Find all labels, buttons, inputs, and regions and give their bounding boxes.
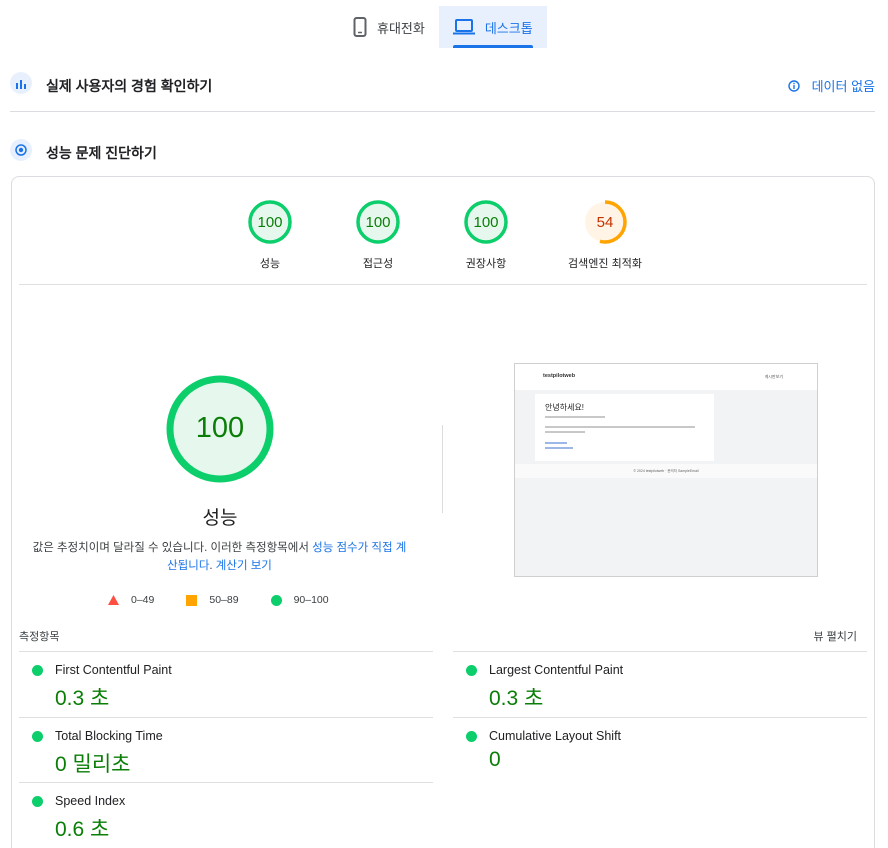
tab-mobile[interactable]: 휴대전화 — [339, 6, 439, 48]
metric-fcp: First Contentful Paint 0.3 초 — [19, 651, 433, 717]
crux-title: 실제 사용자의 경험 확인하기 — [46, 77, 213, 94]
gauges-divider — [19, 284, 867, 285]
square-icon — [186, 594, 198, 606]
metrics-title: 측정항목 — [19, 631, 60, 643]
metric-cls: Cumulative Layout Shift 0 — [453, 717, 867, 783]
device-tabs: 휴대전화 데스크톱 — [339, 6, 547, 48]
metric-value: 0 밀리초 — [55, 753, 131, 776]
metric-name: Largest Contentful Paint — [489, 663, 624, 677]
category-gauge[interactable]: 100 권장사항 — [432, 199, 540, 271]
lighthouse-report-card: 100 성능 100 접근성 100 권장사항 54 검색엔진 최적화 100 성능 값은 추… — [11, 176, 875, 848]
performance-description: 값은 추정치이며 달라질 수 있습니다. 이러한 측정항목에서 성능 점수가 직… — [32, 539, 407, 575]
section-divider — [10, 111, 875, 112]
screenshot-link-line — [545, 442, 567, 444]
diagnose-section-header: 성능 문제 진단하기 — [10, 139, 875, 166]
screenshot-content: 안녕하세요! — [535, 394, 714, 461]
gauge-score: 100 — [365, 214, 390, 231]
performance-label: 성능 — [202, 508, 238, 529]
screenshot-text-line — [545, 431, 585, 433]
screenshot-text-line — [545, 426, 695, 428]
gauge-label: 권장사항 — [465, 258, 507, 270]
gauge-score: 100 — [257, 214, 282, 231]
diagnose-title: 성능 문제 진단하기 — [46, 144, 157, 161]
tab-desktop[interactable]: 데스크톱 — [438, 6, 547, 48]
legend-average: 50–89 — [186, 594, 239, 606]
crux-status-text: 데이터 없음 — [811, 79, 875, 94]
crux-section-header: 실제 사용자의 경험 확인하기 데이터 없음 — [10, 72, 875, 99]
description-text: 값은 추정치이며 달라질 수 있습니다. 이러한 측정항목에서 — [32, 542, 313, 554]
tab-mobile-label: 휴대전화 — [377, 20, 425, 36]
category-gauge[interactable]: 100 접근성 — [324, 199, 432, 271]
legend-pass-range: 90–100 — [293, 594, 329, 606]
triangle-icon — [108, 595, 119, 605]
screenshot-brand: testpilotweb — [543, 373, 576, 379]
metric-value: 0 — [489, 748, 501, 771]
lighthouse-icon — [10, 139, 32, 166]
gauge-ring: 100 — [356, 200, 400, 244]
gauge-label: 성능 — [259, 258, 281, 270]
performance-big-gauge: 100 — [165, 374, 275, 489]
screenshot-footer: © 2024 testpilotweb · 문의처 SampleEmail — [515, 464, 817, 478]
metric-name: First Contentful Paint — [55, 663, 172, 677]
metric-value: 0.6 초 — [55, 818, 110, 841]
metric-name: Total Blocking Time — [55, 729, 163, 743]
screenshot-text-line — [545, 416, 605, 418]
calculator-link[interactable]: 계산기 보기 — [216, 560, 272, 572]
vertical-divider — [442, 425, 443, 513]
gauge-score: 54 — [597, 214, 614, 231]
crux-chart-icon — [10, 72, 32, 99]
screenshot-heading: 안녕하세요! — [545, 403, 585, 412]
category-gauges: 100 성능 100 접근성 100 권장사항 54 검색엔진 최적화 — [12, 199, 874, 271]
metric-name: Speed Index — [55, 794, 126, 808]
info-icon — [787, 79, 800, 92]
metric-lcp: Largest Contentful Paint 0.3 초 — [453, 651, 867, 717]
pass-dot-icon — [32, 731, 43, 742]
pass-dot-icon — [32, 665, 43, 676]
legend-pass: 90–100 — [270, 594, 329, 606]
metric-tbt: Total Blocking Time 0 밀리초 — [19, 717, 433, 783]
circle-icon — [270, 594, 282, 606]
score-legend: 0–49 50–89 90–100 — [108, 594, 361, 606]
category-gauge[interactable]: 54 검색엔진 최적화 — [540, 199, 670, 271]
screenshot-header: testpilotweb 게시판보기 — [515, 364, 817, 390]
metric-name: Cumulative Layout Shift — [489, 729, 622, 743]
expand-view-toggle[interactable]: 뷰 펼치기 — [813, 628, 857, 644]
pass-dot-icon — [32, 796, 43, 807]
legend-average-range: 50–89 — [209, 594, 239, 606]
gauge-label: 접근성 — [362, 258, 394, 270]
gauge-label: 검색엔진 최적화 — [568, 258, 642, 270]
performance-score: 100 — [196, 412, 244, 444]
metric-value: 0.3 초 — [55, 687, 110, 710]
category-gauge[interactable]: 100 성능 — [216, 199, 324, 271]
gauge-ring: 100 — [464, 200, 508, 244]
pass-dot-icon — [466, 731, 477, 742]
mobile-phone-icon — [353, 17, 367, 37]
gauge-ring: 54 — [583, 200, 627, 244]
laptop-icon — [452, 19, 475, 35]
final-screenshot[interactable]: testpilotweb 게시판보기 안녕하세요! © 2024 testpil… — [514, 363, 818, 577]
pass-dot-icon — [466, 665, 477, 676]
legend-fail-range: 0–49 — [131, 594, 155, 606]
metric-si: Speed Index 0.6 초 — [19, 782, 433, 848]
metric-value: 0.3 초 — [489, 687, 544, 710]
legend-fail: 0–49 — [108, 594, 154, 606]
screenshot-link-line — [545, 447, 573, 449]
gauge-score: 100 — [473, 214, 498, 231]
screenshot-nav: 게시판보기 — [764, 374, 783, 379]
gauge-ring: 100 — [248, 200, 292, 244]
tab-desktop-label: 데스크톱 — [484, 20, 533, 36]
crux-no-data-link[interactable]: 데이터 없음 — [787, 76, 875, 95]
